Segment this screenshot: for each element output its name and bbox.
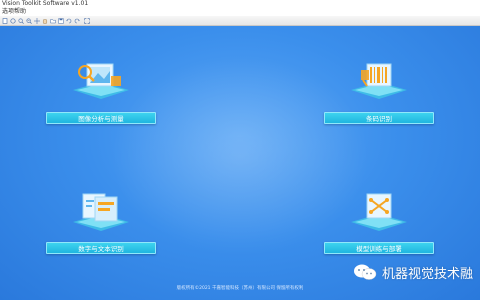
- image-analysis-button[interactable]: 图像分析与测量: [46, 112, 156, 124]
- module-barcode[interactable]: 条码识别: [324, 56, 434, 126]
- fullscreen-icon[interactable]: [83, 17, 90, 24]
- menu-bar: 选项 帮助: [0, 8, 480, 16]
- menu-help[interactable]: 帮助: [14, 8, 26, 16]
- module-model-training[interactable]: 模型训练与部署: [324, 188, 434, 258]
- model-training-button[interactable]: 模型训练与部署: [324, 242, 434, 254]
- open-icon[interactable]: [9, 17, 16, 24]
- rotate-left-icon[interactable]: [65, 17, 72, 24]
- module-ocr[interactable]: 数字与文本识别: [46, 188, 156, 258]
- zoom-out-icon[interactable]: [25, 17, 32, 24]
- barcode-icon: [347, 56, 411, 100]
- main-canvas: 图像分析与测量 条码识别 数字与文本识别 模型训练与部署 机器视觉技术融: [0, 26, 480, 300]
- rotate-right-icon[interactable]: [73, 17, 80, 24]
- ocr-icon: [69, 188, 133, 232]
- barcode-button[interactable]: 条码识别: [324, 112, 434, 124]
- watermark-text: 机器视觉技术融: [382, 266, 474, 282]
- save-icon[interactable]: [57, 17, 64, 24]
- wechat-icon: [354, 264, 377, 280]
- image-analysis-icon: [69, 56, 133, 100]
- folder-icon[interactable]: [49, 17, 56, 24]
- menu-options[interactable]: 选项: [2, 8, 14, 16]
- toolbar: [0, 16, 480, 26]
- window-title: Vision Toolkit Software v1.01: [2, 0, 89, 7]
- model-training-icon: [347, 188, 411, 232]
- zoom-in-icon[interactable]: [17, 17, 24, 24]
- hand-icon[interactable]: [41, 17, 48, 24]
- crosshair-icon[interactable]: [33, 17, 40, 24]
- watermark: 机器视觉技术融: [352, 262, 480, 282]
- module-image-analysis[interactable]: 图像分析与测量: [46, 56, 156, 126]
- ocr-button[interactable]: 数字与文本识别: [46, 242, 156, 254]
- footer-copyright: 版权所有©2021 千嘉智能科技（苏州）有限公司 保留所有权利: [176, 286, 304, 291]
- new-icon[interactable]: [1, 17, 8, 24]
